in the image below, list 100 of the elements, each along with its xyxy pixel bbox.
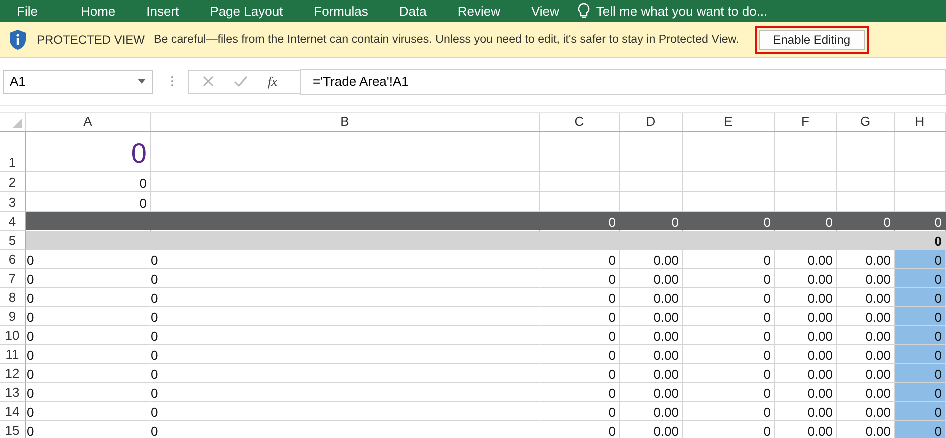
table-cell: 0 [151, 383, 540, 402]
table-cell: 0 [26, 250, 151, 269]
table-cell: 0.00 [775, 288, 837, 307]
table-cell: 0 [26, 364, 151, 383]
table-cell: 0.00 [775, 307, 837, 326]
table-cell: 0 [540, 288, 620, 307]
table-cell: 0 [26, 132, 151, 172]
table-cell: 0 [540, 345, 620, 364]
check-icon[interactable] [234, 76, 248, 87]
row-header[interactable]: 2 [0, 172, 26, 192]
table-cell: 0.00 [775, 402, 837, 421]
table-cell: 0 [683, 326, 775, 345]
row-header[interactable]: 14 [0, 402, 26, 421]
table-cell: 0 [895, 345, 946, 364]
table-cell: 0 [895, 383, 946, 402]
table-cell: 0.00 [775, 326, 837, 345]
table-cell: 0 [26, 383, 151, 402]
table-cell: 0.00 [620, 402, 683, 421]
row-header[interactable]: 8 [0, 288, 26, 307]
table-cell: 0 [683, 269, 775, 288]
row-header[interactable]: 9 [0, 307, 26, 326]
column-header[interactable]: F [775, 113, 837, 131]
ribbon-tab[interactable]: Data [399, 4, 427, 18]
enable-editing-button[interactable]: Enable Editing [759, 30, 865, 50]
table-cell: 0.00 [775, 364, 837, 383]
ribbon-tab[interactable]: Page Layout [210, 4, 284, 18]
column-header[interactable]: D [620, 113, 683, 131]
table-cell: 0 [26, 402, 151, 421]
table-cell: 0 [895, 269, 946, 288]
table-cell: 0.00 [775, 383, 837, 402]
table-cell: 0 [683, 364, 775, 383]
table-cell: 0 [895, 364, 946, 383]
message-title: PROTECTED VIEW [37, 32, 146, 46]
column-header[interactable]: C [540, 113, 620, 131]
column-header[interactable]: H [895, 113, 946, 131]
table-cell: 0 [540, 364, 620, 383]
column-header[interactable]: G [837, 113, 895, 131]
table-cell: 0 [151, 250, 540, 269]
table-cell: 0 [26, 288, 151, 307]
table-cell: 0 [683, 421, 775, 438]
table-cell: 0 [26, 172, 151, 192]
row-header[interactable]: 12 [0, 364, 26, 383]
ribbon-tab[interactable]: View [531, 4, 560, 18]
row-header[interactable]: 7 [0, 269, 26, 288]
ribbon-tab[interactable]: Formulas [314, 4, 368, 18]
table-cell: 0 [151, 307, 540, 326]
table-cell: 0 [540, 402, 620, 421]
column-header[interactable]: A [26, 113, 151, 131]
table-cell: 0.00 [775, 345, 837, 364]
row-header[interactable]: 11 [0, 345, 26, 364]
tell-me-field[interactable]: Tell me what you want to do... [596, 4, 768, 18]
insert-function-button[interactable]: fx [268, 74, 278, 90]
table-cell: 0 [26, 307, 151, 326]
table-cell: 0 [26, 326, 151, 345]
name-box[interactable]: A1 [3, 70, 153, 94]
table-cell: 0 [895, 402, 946, 421]
ribbon-tab[interactable]: Review [458, 4, 500, 18]
table-cell: 0 [540, 326, 620, 345]
table-cell: 0 [895, 250, 946, 269]
table-cell: 0 [151, 288, 540, 307]
table-cell: 0.00 [620, 383, 683, 402]
table-cell: 0 [540, 250, 620, 269]
table-cell: 0.00 [775, 421, 837, 438]
table-cell: 0 [26, 345, 151, 364]
row-header[interactable]: 6 [0, 250, 26, 269]
table-cell: 0 [683, 288, 775, 307]
row-header[interactable]: 5 [0, 231, 26, 250]
column-header[interactable]: B [151, 113, 540, 131]
table-cell: 0 [151, 345, 540, 364]
column-header[interactable]: E [683, 113, 775, 131]
ribbon-tab[interactable]: Home [80, 4, 116, 18]
shield-info-icon [9, 28, 27, 50]
table-cell: 0 [683, 307, 775, 326]
table-cell: 0 [683, 250, 775, 269]
table-cell: 0 [540, 307, 620, 326]
row-header[interactable]: 10 [0, 326, 26, 345]
ribbon-tab[interactable]: File [17, 4, 38, 18]
table-cell: 0.00 [620, 307, 683, 326]
table-cell: 0 [683, 402, 775, 421]
table-cell: 0.00 [620, 288, 683, 307]
table-cell: 0 [540, 421, 620, 438]
table-cell: 0 [26, 269, 151, 288]
formula-field[interactable]: ='Trade Area'!A1 [300, 68, 946, 94]
table-cell: 0 [895, 326, 946, 345]
row-header[interactable]: 3 [0, 192, 26, 212]
table-cell: 0 [683, 345, 775, 364]
table-cell: 0.00 [775, 250, 837, 269]
row-header[interactable]: 1 [0, 132, 26, 172]
table-cell: 0 [895, 288, 946, 307]
ribbon-tab[interactable]: Insert [146, 4, 180, 18]
table-cell: 0.00 [620, 326, 683, 345]
select-all-icon[interactable] [13, 119, 22, 128]
table-cell: 0.00 [775, 269, 837, 288]
caret-icon [138, 79, 146, 84]
cancel-icon[interactable] [203, 76, 214, 87]
table-cell: 0 [151, 421, 540, 438]
row-header[interactable]: 4 [0, 212, 26, 231]
table-cell: 0 [540, 269, 620, 288]
row-header[interactable]: 13 [0, 383, 26, 402]
table-cell: 0 [26, 421, 151, 438]
